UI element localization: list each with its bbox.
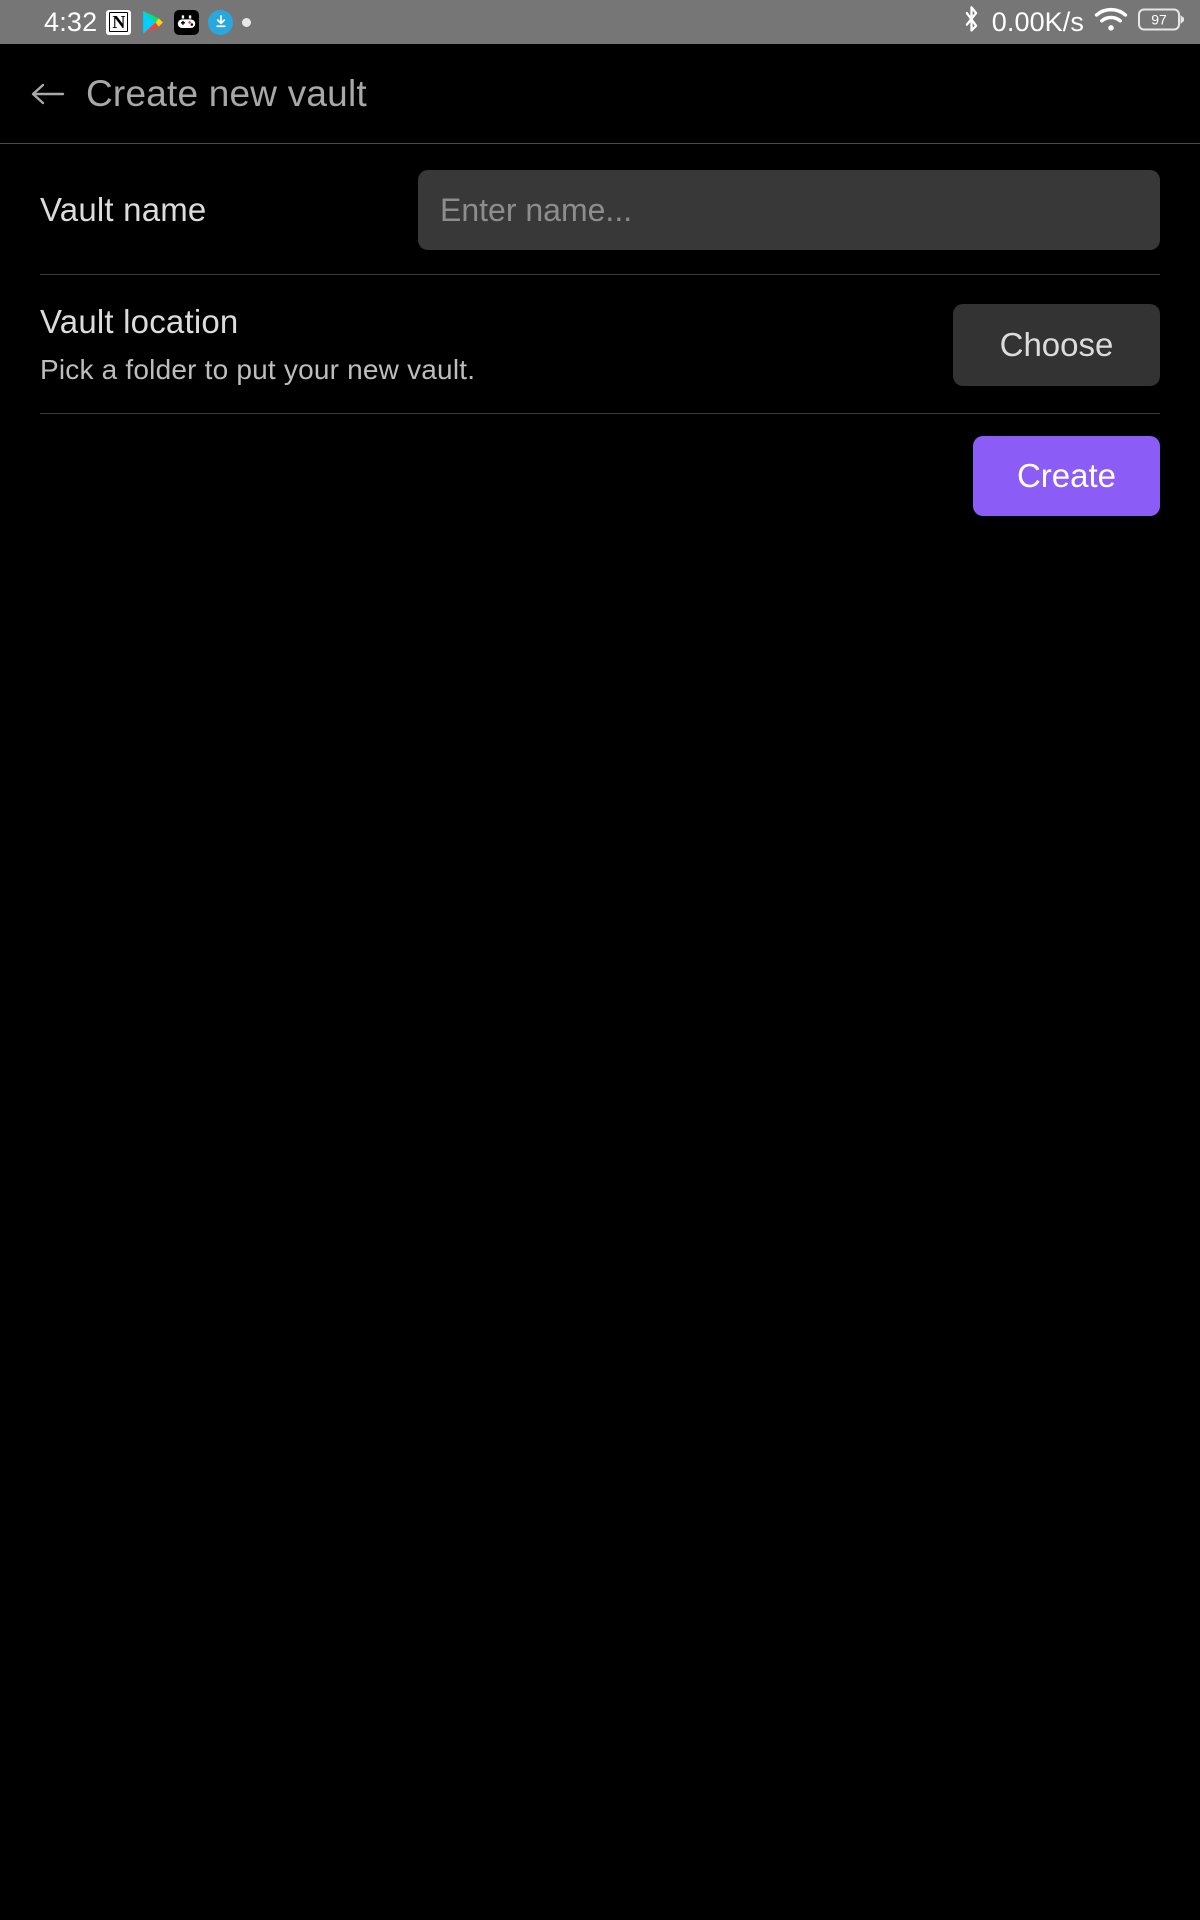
setting-row-vault-name: Vault name xyxy=(40,144,1160,275)
vault-location-info: Vault location Pick a folder to put your… xyxy=(40,301,933,389)
settings-content: Vault name Vault location Pick a folder … xyxy=(0,144,1200,516)
game-controller-icon xyxy=(174,9,200,35)
network-speed-label: 0.00K/s xyxy=(991,6,1084,37)
dot-indicator-icon xyxy=(242,17,252,27)
create-vault-button[interactable]: Create xyxy=(973,435,1160,516)
battery-level-label: 97 xyxy=(1151,12,1167,28)
vault-name-input[interactable] xyxy=(418,170,1160,250)
notion-icon: N xyxy=(106,9,132,35)
vault-name-label: Vault name xyxy=(40,191,207,229)
page-title: Create new vault xyxy=(86,73,367,114)
status-bar-left: 4:32 N xyxy=(44,6,252,37)
bluetooth-icon xyxy=(961,5,982,40)
back-button[interactable] xyxy=(26,72,70,116)
battery-icon: 97 xyxy=(1138,6,1186,38)
download-icon xyxy=(208,9,234,35)
google-play-icon xyxy=(140,10,165,35)
vault-name-info: Vault name xyxy=(40,189,398,230)
choose-folder-button[interactable]: Choose xyxy=(953,303,1160,386)
app-header: Create new vault xyxy=(0,44,1200,144)
wifi-icon xyxy=(1094,6,1128,38)
status-clock: 4:32 xyxy=(44,6,98,37)
action-row: Create xyxy=(40,414,1160,516)
status-bar-right: 0.00K/s 97 xyxy=(961,5,1186,40)
vault-location-description: Pick a folder to put your new vault. xyxy=(40,354,476,386)
setting-row-vault-location: Vault location Pick a folder to put your… xyxy=(40,275,1160,414)
status-bar[interactable]: 4:32 N 0.00K/s 97 xyxy=(0,0,1200,44)
vault-location-label: Vault location xyxy=(40,303,239,340)
